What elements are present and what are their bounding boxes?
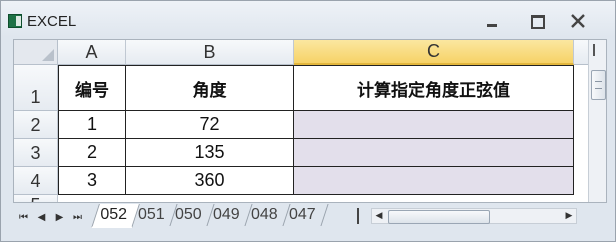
worksheet-grid[interactable]: A B C 1 2 3 4 5 编号 角度 计算指定角度正弦值 1 72 2 1… (13, 39, 607, 203)
horizontal-scroll-thumb[interactable] (388, 210, 490, 224)
title-bar: EXCEL (1, 1, 615, 41)
cell-c4[interactable] (294, 167, 574, 195)
next-sheet-icon[interactable]: ▶ (53, 209, 66, 225)
column-header-b[interactable]: B (126, 40, 294, 65)
tab-split-handle-icon[interactable] (357, 208, 364, 224)
prev-sheet-icon[interactable]: ◀ (35, 209, 48, 225)
cell-b4[interactable]: 360 (126, 167, 294, 195)
split-handle-icon[interactable] (593, 44, 605, 56)
excel-window: EXCEL A B C 1 2 3 4 5 编号 角度 计算指定角度正弦值 1 … (0, 0, 616, 242)
column-header-c[interactable]: C (294, 40, 574, 65)
sheet-tabs: 052 051 050 049 048 047 (91, 204, 328, 228)
close-icon[interactable] (566, 11, 590, 31)
scroll-right-icon[interactable]: ▶ (563, 210, 575, 222)
row-header-5[interactable]: 5 (14, 195, 58, 202)
minimize-icon[interactable] (480, 11, 504, 31)
sheet-tab-bar: ⏮ ◀ ▶ ⏭ 052 051 050 049 048 047 ◀ ▶ (13, 204, 605, 230)
sheet-nav: ⏮ ◀ ▶ ⏭ (17, 209, 84, 225)
first-sheet-icon[interactable]: ⏮ (17, 209, 30, 225)
cell-b1[interactable]: 角度 (126, 65, 294, 111)
row-header-4[interactable]: 4 (14, 167, 58, 195)
cell-a3[interactable]: 2 (58, 139, 126, 167)
row-header-3[interactable]: 3 (14, 139, 58, 167)
window-title: EXCEL (27, 13, 77, 30)
horizontal-scrollbar[interactable]: ◀ ▶ (371, 208, 577, 224)
cell-a4[interactable]: 3 (58, 167, 126, 195)
maximize-icon[interactable] (525, 11, 549, 31)
cell-b3[interactable]: 135 (126, 139, 294, 167)
column-header-d-partial[interactable] (574, 40, 588, 65)
cell-c1[interactable]: 计算指定角度正弦值 (294, 65, 574, 111)
scroll-left-icon[interactable]: ◀ (373, 210, 385, 222)
excel-icon[interactable] (8, 14, 22, 28)
vertical-scroll-thumb[interactable] (591, 70, 606, 100)
vertical-scrollbar[interactable] (588, 40, 606, 202)
cell-b2[interactable]: 72 (126, 111, 294, 139)
cell-c2[interactable] (294, 111, 574, 139)
row-header-1[interactable]: 1 (14, 65, 58, 111)
sheet-tab-047[interactable]: 047 (280, 204, 328, 226)
column-header-a[interactable]: A (58, 40, 126, 65)
last-sheet-icon[interactable]: ⏭ (71, 209, 84, 225)
select-all-corner[interactable] (14, 40, 58, 65)
row-header-2[interactable]: 2 (14, 111, 58, 139)
cell-a2[interactable]: 1 (58, 111, 126, 139)
cell-a1[interactable]: 编号 (58, 65, 126, 111)
cell-c3[interactable] (294, 139, 574, 167)
